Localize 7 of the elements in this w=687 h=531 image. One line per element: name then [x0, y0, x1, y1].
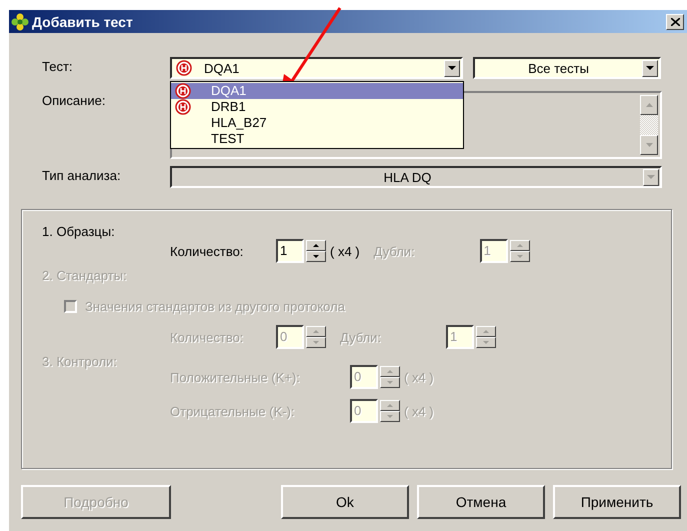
section-title: 1. Образцы:: [42, 224, 116, 241]
field-label: Количество:: [170, 244, 244, 258]
field-label: Тест:: [41, 58, 74, 74]
multiplier-label: ( x4 ): [330, 244, 360, 258]
field-label: Описание:: [41, 92, 106, 108]
window-title: Добавить тест: [32, 14, 134, 30]
field-label: Тип анализа:: [41, 167, 122, 183]
